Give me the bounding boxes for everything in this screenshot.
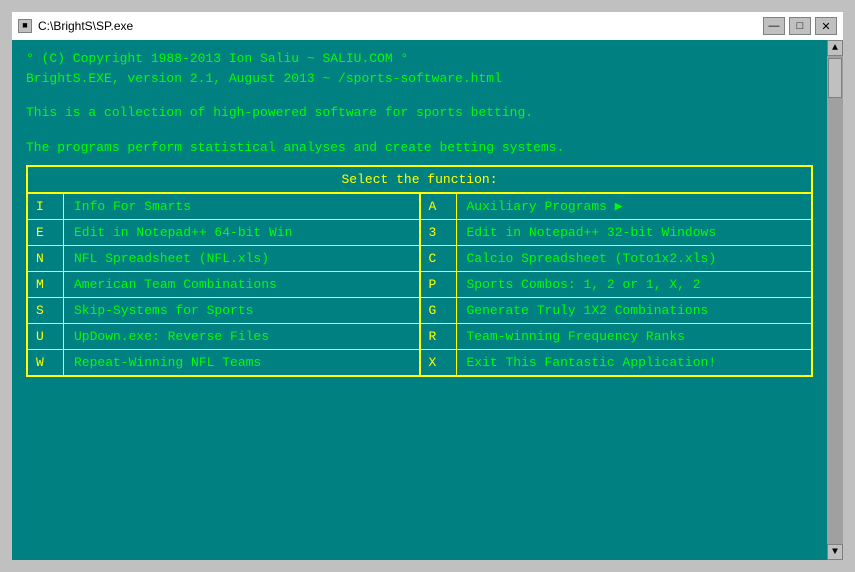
scroll-up-button[interactable]: ▲ (827, 40, 843, 56)
header-line-4: The programs perform statistical analyse… (26, 139, 813, 157)
menu-key-left-6[interactable]: W (28, 350, 64, 375)
menu-label-left-0[interactable]: Info For Smarts (64, 194, 419, 219)
menu-key-right-2[interactable]: C (421, 246, 457, 271)
minimize-button[interactable]: — (763, 17, 785, 35)
menu-label-left-2[interactable]: NFL Spreadsheet (NFL.xls) (64, 246, 419, 271)
menu-key-left-5[interactable]: U (28, 324, 64, 349)
menu-label-right-2[interactable]: Calcio Spreadsheet (Toto1x2.xls) (457, 246, 812, 271)
menu-label-left-1[interactable]: Edit in Notepad++ 64-bit Win (64, 220, 419, 245)
title-bar-left: ■ C:\BrightS\SP.exe (18, 19, 133, 33)
menu-label-right-4[interactable]: Generate Truly 1X2 Combinations (457, 298, 812, 323)
main-content: ° (C) Copyright 1988-2013 Ion Saliu ~ SA… (12, 40, 827, 560)
menu-key-right-5[interactable]: R (421, 324, 457, 349)
menu-label-right-3[interactable]: Sports Combos: 1, 2 or 1, X, 2 (457, 272, 812, 297)
menu-key-right-1[interactable]: 3 (421, 220, 457, 245)
title-bar: ■ C:\BrightS\SP.exe — □ ✕ (12, 12, 843, 40)
menu-label-right-0[interactable]: Auxiliary Programs ▶ (457, 194, 812, 219)
menu-key-left-4[interactable]: S (28, 298, 64, 323)
close-button[interactable]: ✕ (815, 17, 837, 35)
menu-row[interactable]: E Edit in Notepad++ 64-bit Win 3 Edit in… (28, 220, 811, 246)
menu-row[interactable]: S Skip-Systems for Sports G Generate Tru… (28, 298, 811, 324)
title-bar-buttons: — □ ✕ (763, 17, 837, 35)
menu-row[interactable]: I Info For Smarts A Auxiliary Programs ▶ (28, 194, 811, 220)
menu-header: Select the function: (28, 167, 811, 194)
menu-row[interactable]: M American Team Combinations P Sports Co… (28, 272, 811, 298)
header-line-1: ° (C) Copyright 1988-2013 Ion Saliu ~ SA… (26, 50, 813, 68)
menu-key-right-0[interactable]: A (421, 194, 457, 219)
window-icon: ■ (18, 19, 32, 33)
menu-label-right-6[interactable]: Exit This Fantastic Application! (457, 350, 812, 375)
menu-key-left-0[interactable]: I (28, 194, 64, 219)
scrollbar[interactable]: ▲ ▼ (827, 40, 843, 560)
menu-label-left-5[interactable]: UpDown.exe: Reverse Files (64, 324, 419, 349)
scroll-thumb[interactable] (828, 58, 842, 98)
menu-box: Select the function: I Info For Smarts A… (26, 165, 813, 377)
menu-row[interactable]: U UpDown.exe: Reverse Files R Team-winni… (28, 324, 811, 350)
application-window: ■ C:\BrightS\SP.exe — □ ✕ ° (C) Copyrigh… (10, 10, 845, 562)
menu-label-left-3[interactable]: American Team Combinations (64, 272, 419, 297)
menu-label-right-1[interactable]: Edit in Notepad++ 32-bit Windows (457, 220, 812, 245)
content-area: ° (C) Copyright 1988-2013 Ion Saliu ~ SA… (12, 40, 843, 560)
header-line-3: This is a collection of high-powered sof… (26, 104, 813, 122)
menu-key-left-1[interactable]: E (28, 220, 64, 245)
menu-row[interactable]: W Repeat-Winning NFL Teams X Exit This F… (28, 350, 811, 375)
maximize-button[interactable]: □ (789, 17, 811, 35)
window-title: C:\BrightS\SP.exe (38, 19, 133, 33)
menu-key-right-4[interactable]: G (421, 298, 457, 323)
menu-key-right-6[interactable]: X (421, 350, 457, 375)
menu-rows: I Info For Smarts A Auxiliary Programs ▶… (28, 194, 811, 375)
menu-key-left-3[interactable]: M (28, 272, 64, 297)
menu-key-right-3[interactable]: P (421, 272, 457, 297)
menu-row[interactable]: N NFL Spreadsheet (NFL.xls) C Calcio Spr… (28, 246, 811, 272)
menu-label-right-5[interactable]: Team-winning Frequency Ranks (457, 324, 812, 349)
menu-key-left-2[interactable]: N (28, 246, 64, 271)
menu-label-left-6[interactable]: Repeat-Winning NFL Teams (64, 350, 419, 375)
scroll-down-button[interactable]: ▼ (827, 544, 843, 560)
header-line-2: BrightS.EXE, version 2.1, August 2013 ~ … (26, 70, 813, 88)
menu-label-left-4[interactable]: Skip-Systems for Sports (64, 298, 419, 323)
scroll-track[interactable] (827, 56, 843, 544)
